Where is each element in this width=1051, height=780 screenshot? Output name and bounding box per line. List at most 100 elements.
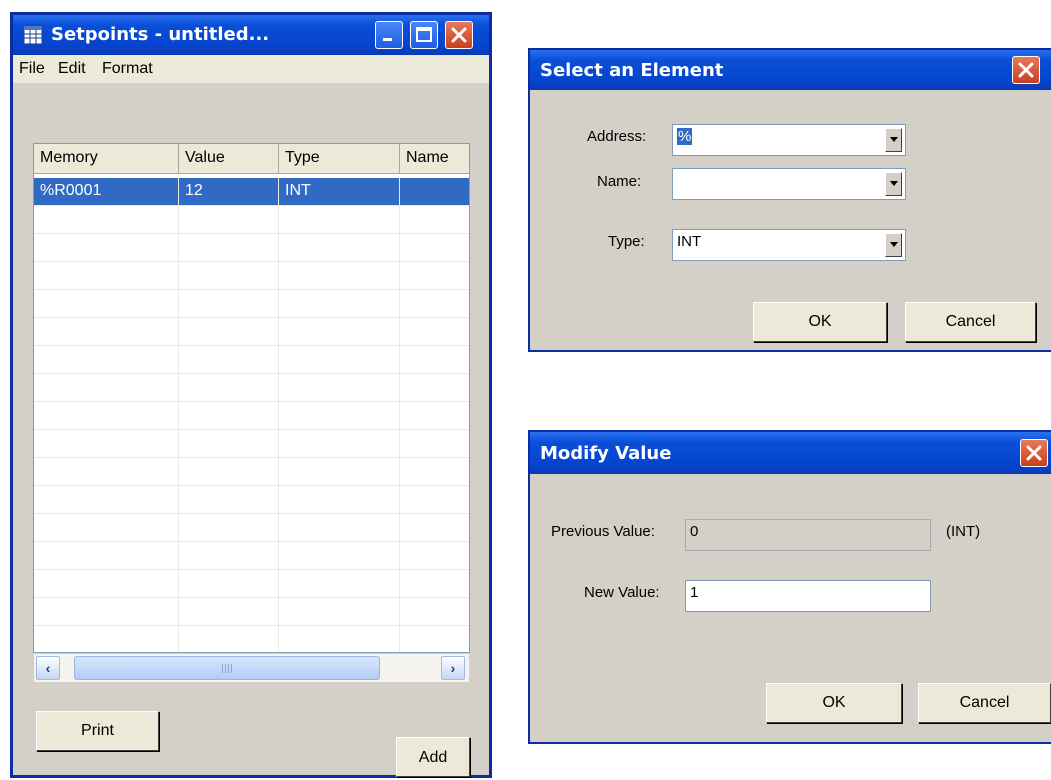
empty-cell — [400, 290, 469, 318]
modify-value-titlebar[interactable]: Modify Value — [530, 432, 1051, 474]
cell-name — [400, 178, 469, 206]
chevron-right-icon: › — [450, 660, 456, 676]
setpoints-title: Setpoints - untitled... — [51, 24, 270, 45]
table-row[interactable]: %R0001 12 INT — [34, 178, 469, 206]
column-header-name[interactable]: Name — [400, 144, 469, 174]
empty-cell — [279, 598, 400, 626]
empty-cell — [34, 234, 179, 262]
previous-value-field: 0 — [685, 519, 931, 551]
ok-button[interactable]: OK — [753, 302, 887, 342]
empty-cell — [400, 346, 469, 374]
maximize-button[interactable] — [410, 21, 438, 49]
minimize-button[interactable] — [375, 21, 403, 49]
empty-row[interactable] — [34, 430, 469, 458]
setpoints-table[interactable]: Memory Value Type Name %R0001 12 INT — [33, 143, 470, 653]
previous-value: 0 — [690, 523, 699, 540]
chevron-down-icon[interactable] — [885, 128, 902, 152]
empty-cell — [179, 262, 279, 290]
empty-cell — [179, 514, 279, 542]
select-element-title: Select an Element — [540, 60, 724, 81]
empty-row[interactable] — [34, 626, 469, 652]
column-header-memory[interactable]: Memory — [34, 144, 179, 174]
empty-row[interactable] — [34, 486, 469, 514]
empty-row[interactable] — [34, 402, 469, 430]
empty-cell — [34, 598, 179, 626]
select-element-titlebar[interactable]: Select an Element — [530, 50, 1051, 90]
type-combobox[interactable]: INT — [672, 229, 906, 261]
empty-cell — [34, 206, 179, 234]
close-button[interactable] — [1012, 56, 1040, 84]
empty-cell — [279, 430, 400, 458]
empty-cell — [179, 374, 279, 402]
empty-cell — [279, 486, 400, 514]
empty-cell — [34, 626, 179, 652]
new-value: 1 — [690, 584, 699, 601]
empty-cell — [400, 262, 469, 290]
chevron-down-icon[interactable] — [885, 172, 902, 196]
chevron-down-icon[interactable] — [885, 233, 902, 257]
add-button[interactable]: Add — [396, 737, 470, 777]
empty-cell — [400, 206, 469, 234]
cancel-button[interactable]: Cancel — [905, 302, 1036, 342]
empty-row[interactable] — [34, 514, 469, 542]
column-header-type[interactable]: Type — [279, 144, 400, 174]
empty-row[interactable] — [34, 234, 469, 262]
name-combobox[interactable] — [672, 168, 906, 200]
ok-button[interactable]: OK — [766, 683, 902, 723]
empty-cell — [34, 318, 179, 346]
empty-row[interactable] — [34, 458, 469, 486]
empty-cell — [279, 570, 400, 598]
empty-cell — [34, 290, 179, 318]
scroll-left-button[interactable]: ‹ — [36, 656, 60, 680]
empty-cell — [279, 262, 400, 290]
empty-cell — [279, 402, 400, 430]
empty-cell — [179, 290, 279, 318]
close-button[interactable] — [445, 21, 473, 49]
empty-row[interactable] — [34, 262, 469, 290]
name-label: Name: — [597, 173, 642, 190]
empty-cell — [34, 458, 179, 486]
setpoints-titlebar[interactable]: Setpoints - untitled... — [13, 15, 489, 55]
address-combobox[interactable]: % — [672, 124, 906, 156]
menu-file[interactable]: File — [19, 60, 45, 78]
empty-cell — [279, 514, 400, 542]
empty-cell — [179, 206, 279, 234]
cell-memory: %R0001 — [34, 178, 179, 206]
empty-cell — [179, 430, 279, 458]
empty-cell — [400, 458, 469, 486]
empty-row[interactable] — [34, 206, 469, 234]
empty-row[interactable] — [34, 598, 469, 626]
empty-cell — [34, 374, 179, 402]
column-header-value[interactable]: Value — [179, 144, 279, 174]
empty-cell — [400, 402, 469, 430]
new-value-label: New Value: — [584, 584, 660, 601]
menu-edit[interactable]: Edit — [58, 60, 86, 78]
scroll-right-button[interactable]: › — [441, 656, 465, 680]
empty-row[interactable] — [34, 542, 469, 570]
empty-row[interactable] — [34, 290, 469, 318]
empty-cell — [179, 346, 279, 374]
scroll-thumb[interactable] — [74, 656, 380, 680]
print-button[interactable]: Print — [36, 711, 159, 751]
empty-row[interactable] — [34, 318, 469, 346]
empty-cell — [279, 346, 400, 374]
cell-type: INT — [279, 178, 400, 206]
empty-cell — [279, 290, 400, 318]
cancel-button[interactable]: Cancel — [918, 683, 1051, 723]
empty-row[interactable] — [34, 570, 469, 598]
cell-value: 12 — [179, 178, 279, 206]
empty-row[interactable] — [34, 374, 469, 402]
empty-cell — [279, 318, 400, 346]
new-value-input[interactable]: 1 — [685, 580, 931, 612]
type-value: INT — [677, 233, 702, 250]
empty-row[interactable] — [34, 346, 469, 374]
empty-cell — [400, 318, 469, 346]
close-button[interactable] — [1020, 439, 1048, 467]
empty-cell — [179, 598, 279, 626]
empty-cell — [179, 458, 279, 486]
empty-cell — [34, 514, 179, 542]
empty-cell — [400, 430, 469, 458]
horizontal-scrollbar[interactable]: ‹ › — [33, 653, 470, 683]
menu-format[interactable]: Format — [102, 60, 153, 78]
empty-cell — [400, 542, 469, 570]
